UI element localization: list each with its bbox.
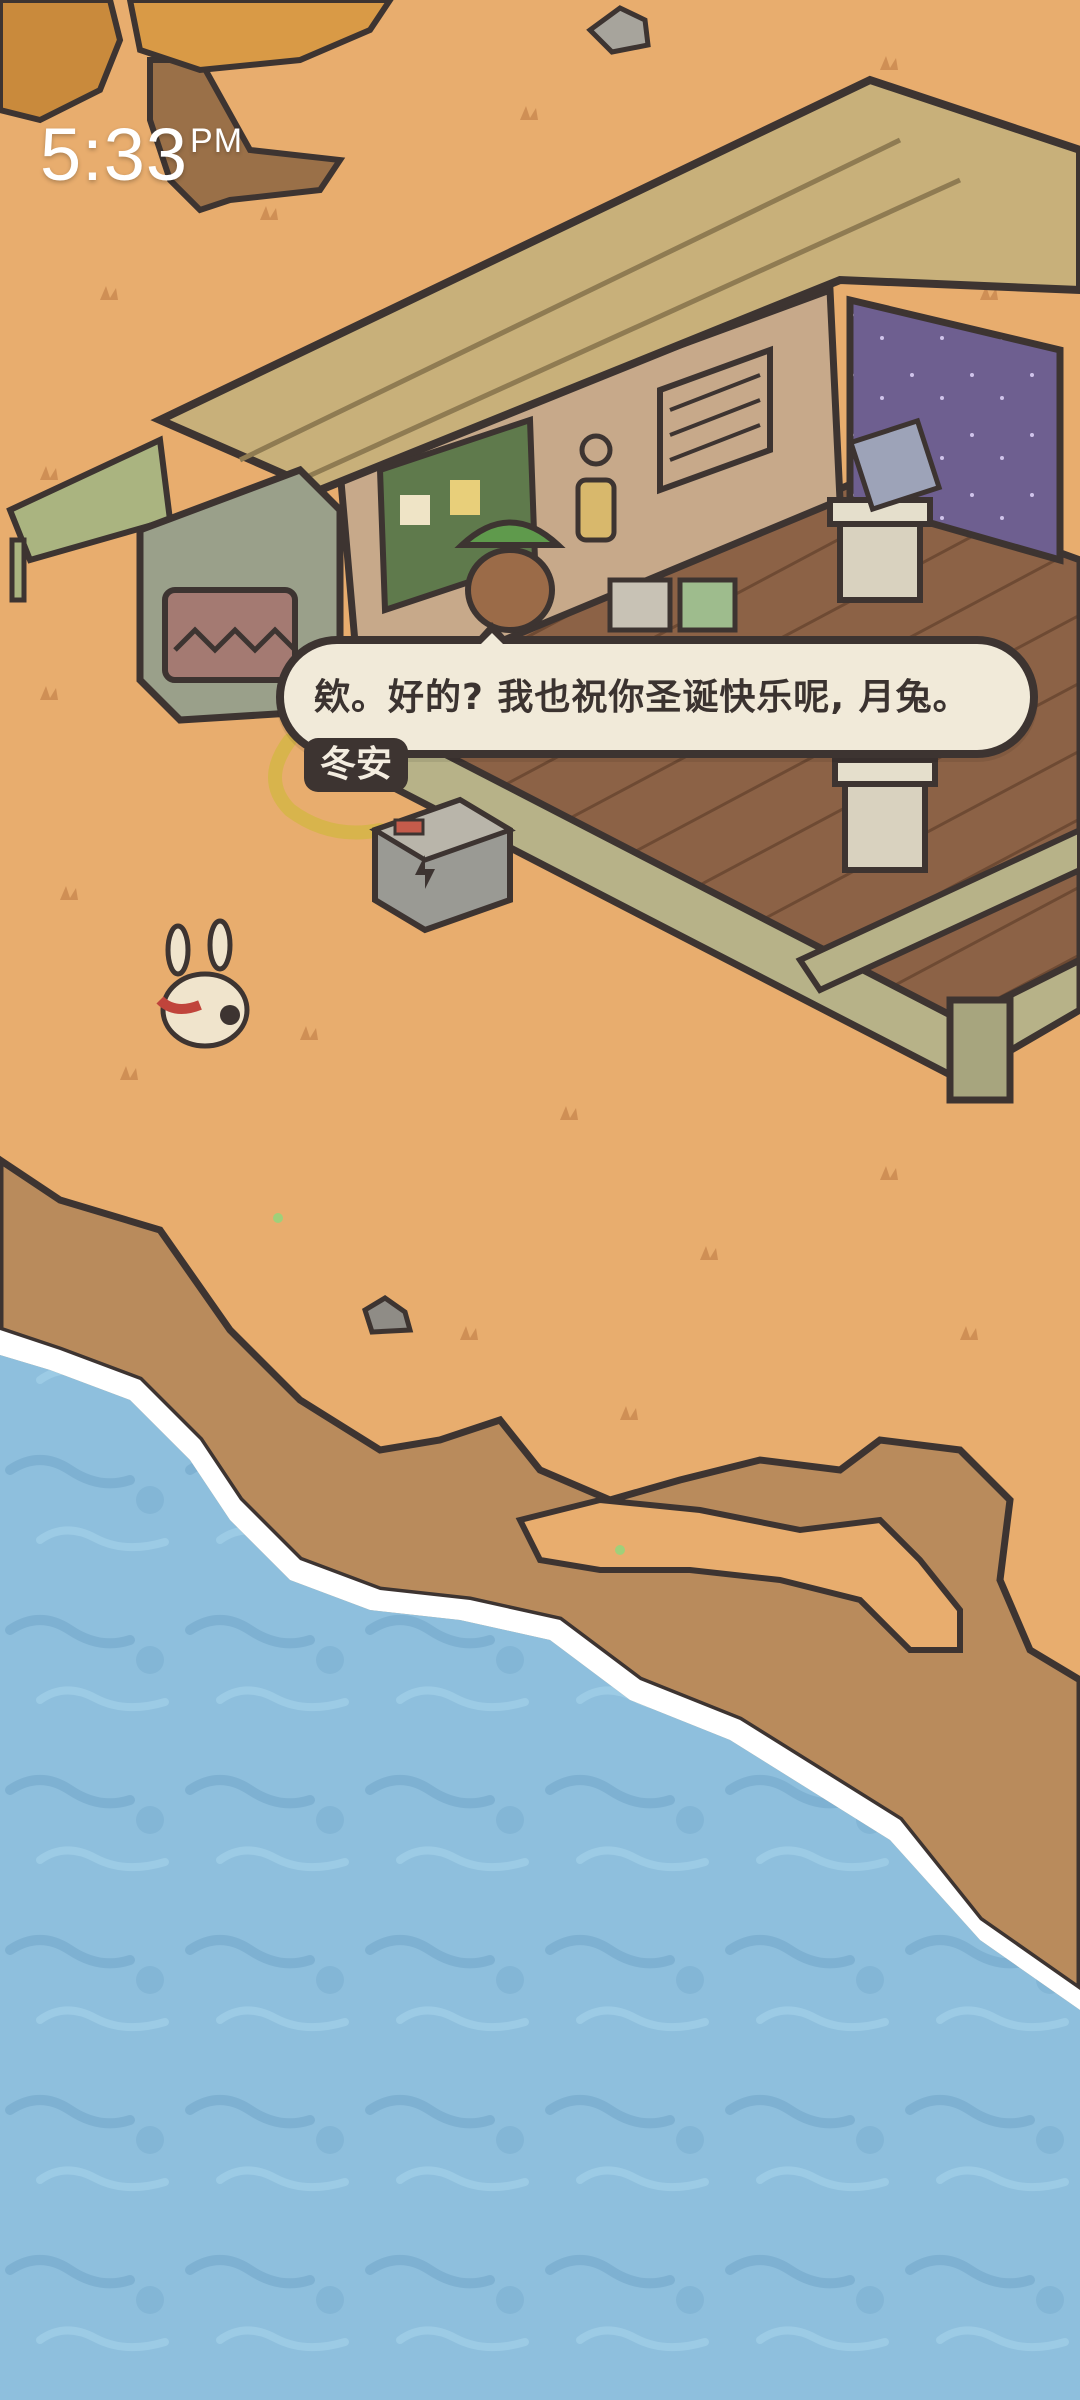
dialogue-text: 欸。好的? 我也祝你圣诞快乐呢, 月兔。 (314, 677, 970, 718)
dialog-tail-inner (480, 633, 504, 645)
speaker-name-tag: 冬安 (304, 738, 409, 792)
clock-ampm: PM (190, 122, 244, 160)
status-bar-time: 5:33PM (40, 118, 243, 192)
game-scene[interactable] (0, 0, 1080, 2400)
npc-character[interactable] (454, 519, 566, 633)
hut-corner-post (946, 996, 1014, 1104)
counter-item (677, 577, 738, 633)
counter-item (607, 577, 673, 633)
clock-time: 5:33 (40, 113, 189, 196)
pedestal (832, 757, 938, 873)
